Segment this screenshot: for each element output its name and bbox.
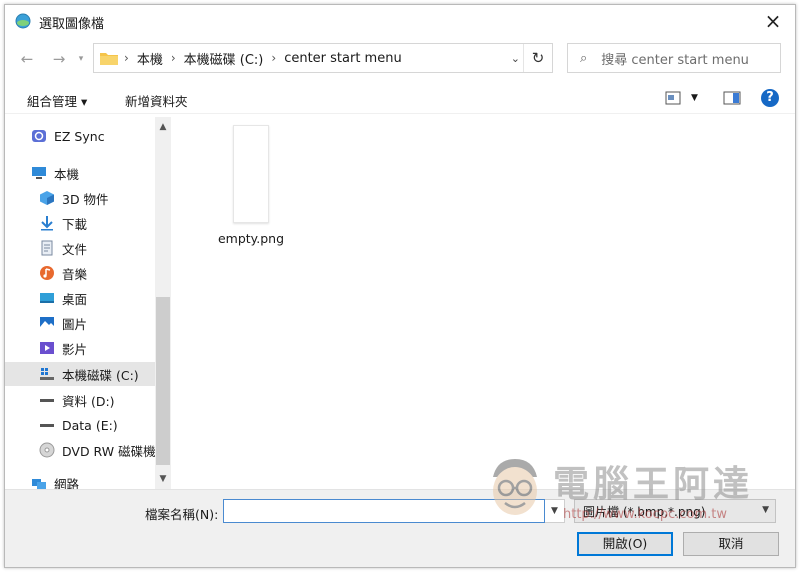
app-icon <box>15 13 31 29</box>
sidebar-item-this-pc[interactable]: 本機 <box>5 161 155 185</box>
desktop-icon <box>40 293 54 303</box>
mascot-face-icon <box>493 459 537 515</box>
sidebar-item-label: 3D 物件 <box>62 191 109 207</box>
breadcrumb-separator-icon: › <box>170 51 176 65</box>
sidebar-item-label: 本機 <box>54 166 80 182</box>
file-name: empty.png <box>217 231 285 246</box>
pictures-icon <box>40 317 54 329</box>
drive-icon <box>40 399 54 402</box>
back-button[interactable]: ← <box>17 49 37 69</box>
sidebar-item-label: Data (E:) <box>62 417 118 433</box>
navigation-bar: ← → ▾ › 本機 › 本機磁碟 (C:) › center start me… <box>5 43 795 77</box>
view-menu-chevron-icon[interactable]: ▼ <box>691 93 698 103</box>
sidebar-item-label: 本機磁碟 (C:) <box>62 367 139 383</box>
watermark: 電腦王阿達 http://www.kocpc.com.tw <box>483 451 773 531</box>
refresh-button[interactable]: ↻ <box>523 44 552 72</box>
sidebar-item-dvd-drive[interactable]: DVD RW 磁碟機 <box>5 438 156 462</box>
sidebar-item-documents[interactable]: 文件 <box>5 236 155 260</box>
organize-button[interactable]: 組合管理 ▾ <box>27 91 87 110</box>
music-icon <box>40 266 54 280</box>
open-button[interactable]: 開啟(O) <box>577 532 673 556</box>
sidebar-item-pictures[interactable]: 圖片 <box>5 311 155 335</box>
drive-icon <box>40 424 54 427</box>
navigation-pane: EZ Sync 本機 3D 物件 下載 文件 音樂 桌面 圖片 影片 本機磁碟 … <box>5 117 171 492</box>
file-list-pane[interactable]: empty.png <box>171 117 795 489</box>
command-toolbar: 組合管理 ▾ 新增資料夾 ▼ ? <box>5 85 795 114</box>
sidebar-item-label: 下載 <box>62 216 88 232</box>
preview-pane-icon[interactable] <box>723 91 741 105</box>
breadcrumb-current-folder[interactable]: center start menu <box>284 51 402 66</box>
image-file-icon <box>233 125 269 223</box>
search-icon: ⌕ <box>580 50 588 66</box>
view-options-icon[interactable] <box>665 91 681 105</box>
sidebar-item-drive-e[interactable]: Data (E:) <box>5 413 155 437</box>
cancel-button[interactable]: 取消 <box>683 532 779 556</box>
refresh-icon: ↻ <box>531 49 545 67</box>
search-box[interactable]: ⌕ 搜尋 center start menu <box>567 43 781 73</box>
title-bar: 選取圖像檔 × <box>5 5 795 37</box>
breadcrumb-this-pc[interactable]: 本機 <box>137 49 163 68</box>
sidebar-item-label: EZ Sync <box>54 128 105 144</box>
filename-label: 檔案名稱(N): <box>145 507 219 522</box>
address-bar[interactable]: › 本機 › 本機磁碟 (C:) › center start menu ⌄ ↻ <box>93 43 553 73</box>
window-title: 選取圖像檔 <box>39 17 105 32</box>
breadcrumb-separator-icon: › <box>124 51 129 65</box>
video-icon <box>40 342 54 354</box>
file-item[interactable]: empty.png <box>211 125 291 246</box>
cloud-sync-icon <box>32 130 46 142</box>
cube-3d-icon <box>40 191 54 205</box>
dvd-icon <box>39 442 55 458</box>
sidebar-scroll-thumb[interactable] <box>156 297 170 465</box>
search-placeholder: 搜尋 center start menu <box>601 52 749 68</box>
sidebar-item-videos[interactable]: 影片 <box>5 336 155 360</box>
sidebar-item-drive-d[interactable]: 資料 (D:) <box>5 388 155 412</box>
folder-icon <box>100 53 118 65</box>
close-button[interactable]: × <box>751 5 795 37</box>
computer-icon <box>32 167 46 179</box>
watermark-text: 電腦王阿達 <box>553 464 754 505</box>
sidebar-item-label: 圖片 <box>62 316 88 332</box>
forward-button[interactable]: → <box>49 49 69 69</box>
sidebar-item-label: 資料 (D:) <box>62 393 115 409</box>
sidebar-item-3d-objects[interactable]: 3D 物件 <box>5 186 155 210</box>
download-arrow-icon <box>41 216 53 231</box>
sidebar-item-ez-sync[interactable]: EZ Sync <box>5 124 155 148</box>
system-drive-icon <box>40 368 54 380</box>
sidebar-item-label: 音樂 <box>62 266 88 282</box>
sidebar-item-label: DVD RW 磁碟機 <box>62 443 156 459</box>
scroll-down-icon[interactable]: ▼ <box>155 471 171 487</box>
scroll-up-icon[interactable]: ▲ <box>155 119 171 135</box>
document-icon <box>41 240 53 256</box>
breadcrumb-drive-c[interactable]: 本機磁碟 (C:) <box>184 49 264 68</box>
chevron-down-icon: ▾ <box>78 54 84 64</box>
close-icon: × <box>764 9 782 33</box>
recent-locations-button[interactable]: ▾ <box>71 49 91 69</box>
sidebar-item-label: 影片 <box>62 341 88 357</box>
new-folder-button[interactable]: 新增資料夾 <box>125 91 188 110</box>
arrow-right-icon: → <box>52 50 66 68</box>
help-icon[interactable]: ? <box>761 89 779 107</box>
arrow-left-icon: ← <box>20 50 34 68</box>
sidebar-item-desktop[interactable]: 桌面 <box>5 286 155 310</box>
address-dropdown-icon[interactable]: ⌄ <box>511 52 520 65</box>
sidebar-item-downloads[interactable]: 下載 <box>5 211 155 235</box>
breadcrumb-separator-icon: › <box>271 51 277 65</box>
sidebar-item-local-disk-c[interactable]: 本機磁碟 (C:) <box>5 362 155 386</box>
watermark-url: http://www.kocpc.com.tw <box>563 507 727 522</box>
file-dialog: 選取圖像檔 × ← → ▾ › 本機 › 本機磁碟 (C:) › center … <box>4 4 796 568</box>
sidebar-item-music[interactable]: 音樂 <box>5 261 155 285</box>
sidebar-item-label: 文件 <box>62 241 88 257</box>
sidebar-item-label: 桌面 <box>62 291 88 307</box>
